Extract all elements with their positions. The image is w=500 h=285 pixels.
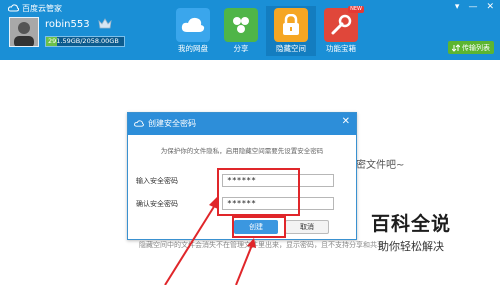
arrow-to-fields [164,197,218,285]
watermark-title: 百科全说 [370,213,451,235]
arrow-to-create [235,238,256,285]
watermark-subtitle: 助你轻松解决 [378,240,444,253]
watermark: 百科全说 助你轻松解决 [361,209,461,254]
